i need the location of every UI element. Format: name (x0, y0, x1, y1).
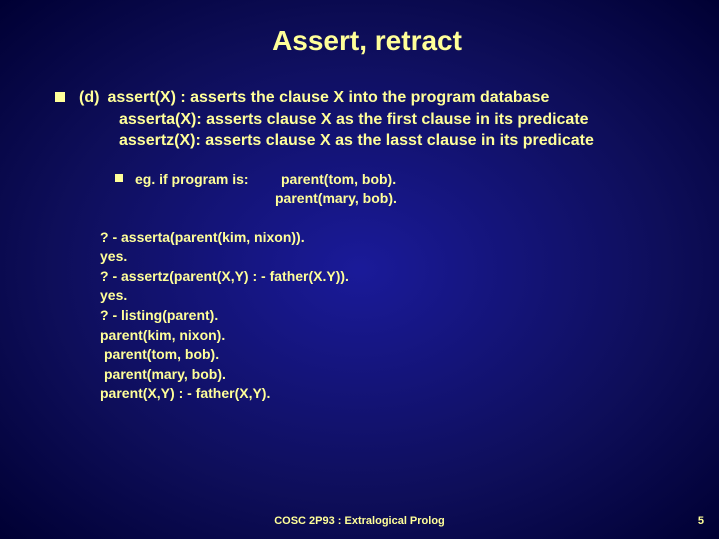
ex-line: ? - listing(parent). (100, 306, 679, 326)
eg-block: eg. if program is: parent(tom, bob). par… (55, 170, 679, 208)
eg-intro: eg. if program is: (135, 170, 275, 208)
page-number: 5 (698, 515, 704, 527)
ex-line: yes. (100, 247, 679, 267)
ex-line: yes. (100, 286, 679, 306)
ex-line: parent(kim, nixon). (100, 326, 679, 346)
bullet-icon (115, 174, 123, 182)
slide-title: Assert, retract (55, 25, 679, 57)
ex-line: ? - asserta(parent(kim, nixon)). (100, 228, 679, 248)
ex-line: parent(tom, bob). (100, 345, 679, 365)
bullet-icon (55, 92, 65, 102)
ex-line: parent(mary, bob). (100, 365, 679, 385)
line3: assertz(X): asserts clause X as the lass… (79, 130, 594, 152)
main-bullet: (d) assert(X) : asserts the clause X int… (55, 87, 679, 152)
main-content: (d) assert(X) : asserts the clause X int… (79, 87, 594, 152)
example-block: ? - asserta(parent(kim, nixon)). yes. ? … (55, 228, 679, 404)
eg-p1: parent(tom, bob). (275, 170, 397, 189)
eg-content: eg. if program is: parent(tom, bob). par… (135, 170, 397, 208)
ex-line: ? - assertz(parent(X,Y) : - father(X.Y))… (100, 267, 679, 287)
footer-text: COSC 2P93 : Extralogical Prolog (0, 515, 719, 527)
label-d: (d) (79, 87, 99, 109)
slide: Assert, retract (d) assert(X) : asserts … (0, 0, 719, 539)
line2: asserta(X): asserts clause X as the firs… (79, 109, 594, 131)
line1: assert(X) : asserts the clause X into th… (107, 87, 549, 109)
eg-p2: parent(mary, bob). (275, 189, 397, 208)
ex-line: parent(X,Y) : - father(X,Y). (100, 384, 679, 404)
